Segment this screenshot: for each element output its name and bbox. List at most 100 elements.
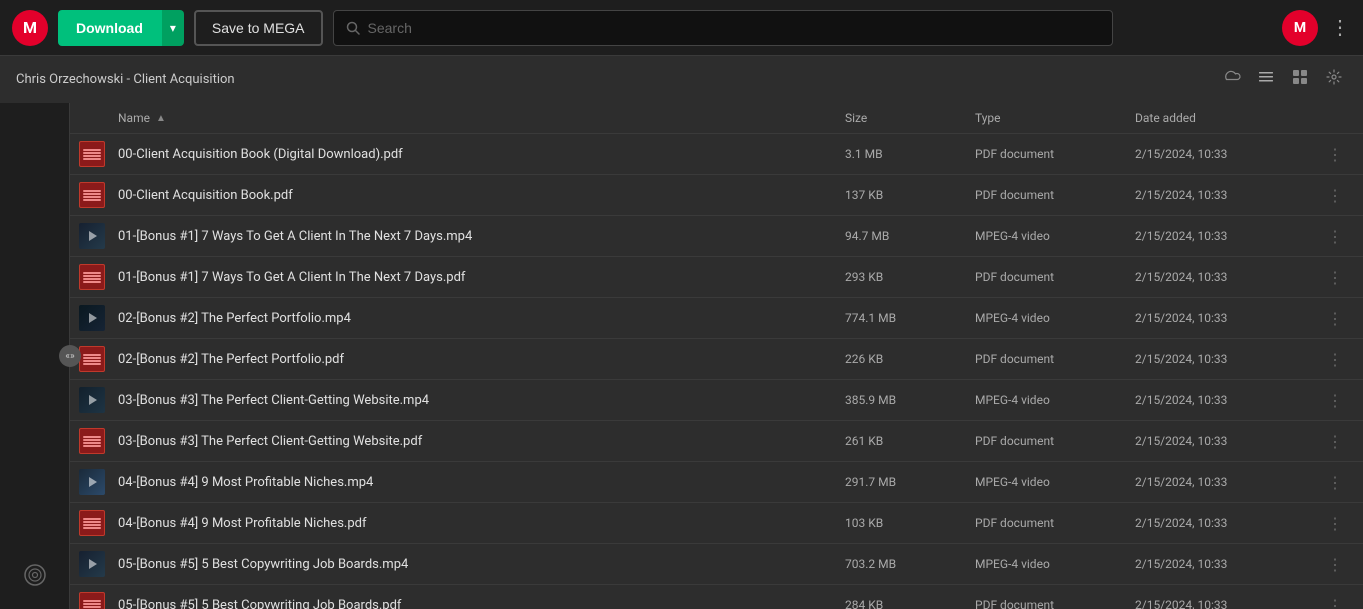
file-more-button[interactable]: ⋮	[1315, 186, 1355, 205]
file-more-button[interactable]: ⋮	[1315, 145, 1355, 164]
mega-logo[interactable]: M	[12, 10, 48, 46]
file-area: Name ▲ Size Type Date added 00-Client Ac…	[70, 103, 1363, 609]
file-date: 2/15/2024, 10:33	[1135, 229, 1315, 243]
file-date: 2/15/2024, 10:33	[1135, 270, 1315, 284]
file-more-button[interactable]: ⋮	[1315, 555, 1355, 574]
file-type: MPEG-4 video	[975, 229, 1135, 243]
file-size: 385.9 MB	[845, 393, 975, 407]
file-more-button[interactable]: ⋮	[1315, 309, 1355, 328]
search-bar	[333, 10, 1113, 46]
table-row[interactable]: 04-[Bonus #4] 9 Most Profitable Niches.p…	[70, 503, 1363, 544]
file-size: 137 KB	[845, 188, 975, 202]
file-size: 3.1 MB	[845, 147, 975, 161]
file-more-button[interactable]: ⋮	[1315, 350, 1355, 369]
file-more-button[interactable]: ⋮	[1315, 268, 1355, 287]
file-date: 2/15/2024, 10:33	[1135, 352, 1315, 366]
more-options-button[interactable]: ⋮	[1330, 15, 1351, 40]
file-icon-pdf	[78, 263, 106, 291]
table-row[interactable]: 05-[Bonus #5] 5 Best Copywriting Job Boa…	[70, 544, 1363, 585]
file-size: 103 KB	[845, 516, 975, 530]
file-date: 2/15/2024, 10:33	[1135, 475, 1315, 489]
main-layout: «» Name ▲ Size Type Date added	[0, 103, 1363, 609]
download-btn-group: Download ▾	[58, 10, 184, 46]
breadcrumb-bar: Chris Orzechowski - Client Acquisition	[0, 56, 1363, 103]
file-icon-pdf	[78, 509, 106, 537]
file-size: 291.7 MB	[845, 475, 975, 489]
file-size: 703.2 MB	[845, 557, 975, 571]
topbar-right: M ⋮	[1282, 10, 1351, 46]
file-type: PDF document	[975, 352, 1135, 366]
file-more-button[interactable]: ⋮	[1315, 473, 1355, 492]
file-name: 03-[Bonus #3] The Perfect Client-Getting…	[118, 393, 845, 408]
file-date: 2/15/2024, 10:33	[1135, 311, 1315, 325]
file-name: 01-[Bonus #1] 7 Ways To Get A Client In …	[118, 229, 845, 244]
topbar: M Download ▾ Save to MEGA M ⋮	[0, 0, 1363, 56]
list-view-button[interactable]	[1253, 66, 1279, 93]
file-name: 04-[Bonus #4] 9 Most Profitable Niches.p…	[118, 516, 845, 531]
file-date: 2/15/2024, 10:33	[1135, 188, 1315, 202]
breadcrumb: Chris Orzechowski - Client Acquisition	[16, 72, 235, 87]
file-name: 00-Client Acquisition Book.pdf	[118, 188, 845, 203]
sidebar: «»	[0, 103, 70, 609]
file-icon-mp4	[78, 468, 106, 496]
table-row[interactable]: 03-[Bonus #3] The Perfect Client-Getting…	[70, 421, 1363, 462]
table-row[interactable]: 00-Client Acquisition Book (Digital Down…	[70, 134, 1363, 175]
table-row[interactable]: 05-[Bonus #5] 5 Best Copywriting Job Boa…	[70, 585, 1363, 609]
file-icon-mp4	[78, 386, 106, 414]
column-type: Type	[975, 111, 1135, 125]
download-button[interactable]: Download	[58, 10, 161, 46]
table-row[interactable]: 01-[Bonus #1] 7 Ways To Get A Client In …	[70, 216, 1363, 257]
table-row[interactable]: 02-[Bonus #2] The Perfect Portfolio.pdf …	[70, 339, 1363, 380]
file-size: 293 KB	[845, 270, 975, 284]
file-date: 2/15/2024, 10:33	[1135, 393, 1315, 407]
sidebar-toggle[interactable]: «»	[59, 345, 81, 367]
file-icon-mp4	[78, 550, 106, 578]
file-name: 05-[Bonus #5] 5 Best Copywriting Job Boa…	[118, 598, 845, 609]
file-icon-mp4	[78, 222, 106, 250]
file-rows-container: 00-Client Acquisition Book (Digital Down…	[70, 134, 1363, 609]
file-icon-pdf	[78, 181, 106, 209]
save-to-mega-button[interactable]: Save to MEGA	[194, 10, 323, 46]
column-size: Size	[845, 111, 975, 125]
file-more-button[interactable]: ⋮	[1315, 514, 1355, 533]
file-size: 226 KB	[845, 352, 975, 366]
cloud-icon-button[interactable]	[1219, 66, 1245, 93]
settings-button[interactable]	[1321, 66, 1347, 93]
sidebar-bottom-icon[interactable]	[22, 562, 48, 593]
file-size: 774.1 MB	[845, 311, 975, 325]
file-type: PDF document	[975, 516, 1135, 530]
file-type: PDF document	[975, 147, 1135, 161]
user-avatar[interactable]: M	[1282, 10, 1318, 46]
file-date: 2/15/2024, 10:33	[1135, 434, 1315, 448]
download-arrow-button[interactable]: ▾	[161, 10, 184, 46]
file-icon-pdf	[78, 140, 106, 168]
file-icon-pdf	[78, 591, 106, 609]
file-type: PDF document	[975, 598, 1135, 609]
column-name[interactable]: Name ▲	[118, 111, 845, 125]
file-more-button[interactable]: ⋮	[1315, 227, 1355, 246]
table-row[interactable]: 03-[Bonus #3] The Perfect Client-Getting…	[70, 380, 1363, 421]
column-date: Date added	[1135, 111, 1315, 125]
file-more-button[interactable]: ⋮	[1315, 596, 1355, 609]
grid-view-button[interactable]	[1287, 66, 1313, 93]
file-name: 03-[Bonus #3] The Perfect Client-Getting…	[118, 434, 845, 449]
file-date: 2/15/2024, 10:33	[1135, 557, 1315, 571]
table-row[interactable]: 01-[Bonus #1] 7 Ways To Get A Client In …	[70, 257, 1363, 298]
table-row[interactable]: 00-Client Acquisition Book.pdf 137 KB PD…	[70, 175, 1363, 216]
file-name: 04-[Bonus #4] 9 Most Profitable Niches.m…	[118, 475, 845, 490]
file-size: 261 KB	[845, 434, 975, 448]
file-name: 02-[Bonus #2] The Perfect Portfolio.mp4	[118, 311, 845, 326]
view-icons	[1219, 66, 1347, 93]
table-row[interactable]: 02-[Bonus #2] The Perfect Portfolio.mp4 …	[70, 298, 1363, 339]
search-input[interactable]	[368, 20, 1100, 36]
file-type: PDF document	[975, 434, 1135, 448]
file-more-button[interactable]: ⋮	[1315, 391, 1355, 410]
table-row[interactable]: 04-[Bonus #4] 9 Most Profitable Niches.m…	[70, 462, 1363, 503]
file-date: 2/15/2024, 10:33	[1135, 147, 1315, 161]
file-name: 00-Client Acquisition Book (Digital Down…	[118, 147, 845, 162]
file-more-button[interactable]: ⋮	[1315, 432, 1355, 451]
file-name: 01-[Bonus #1] 7 Ways To Get A Client In …	[118, 270, 845, 285]
sort-arrow: ▲	[156, 113, 166, 124]
file-icon-pdf	[78, 345, 106, 373]
file-date: 2/15/2024, 10:33	[1135, 516, 1315, 530]
